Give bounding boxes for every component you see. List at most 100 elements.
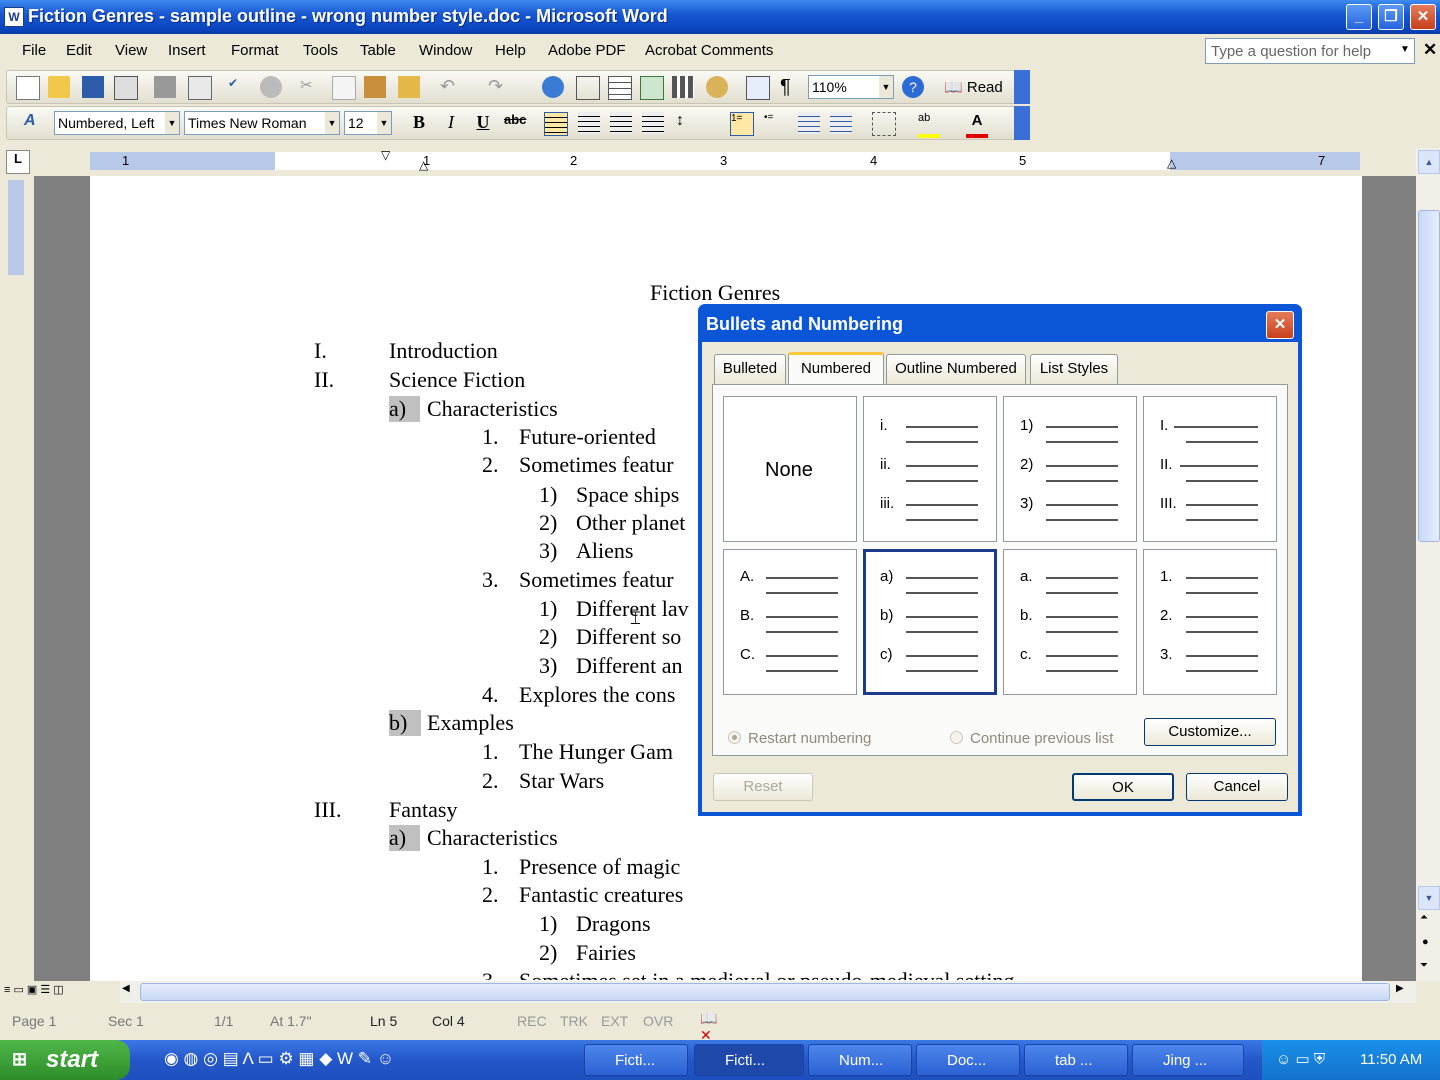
numbering-icon[interactable]: 1= xyxy=(730,112,754,136)
line-spacing-icon[interactable]: ↕ xyxy=(676,112,698,134)
menu-tools[interactable]: Tools xyxy=(303,42,338,59)
task-word-4[interactable]: Doc... xyxy=(916,1044,1020,1076)
align-left-icon[interactable] xyxy=(544,112,568,136)
hscroll-thumb[interactable] xyxy=(140,983,1390,1001)
select-browse-object-icon[interactable]: ● xyxy=(1422,936,1429,948)
align-right-icon[interactable] xyxy=(610,112,632,134)
bullets-icon[interactable]: •= xyxy=(764,112,786,134)
start-button[interactable]: ⊞ start xyxy=(0,1040,130,1080)
border-icon[interactable] xyxy=(872,112,896,136)
menu-help[interactable]: Help xyxy=(495,42,526,59)
task-word-5[interactable]: tab ... xyxy=(1024,1044,1128,1076)
tab-outline-numbered[interactable]: Outline Numbered xyxy=(886,354,1026,384)
font-select[interactable]: Times New Roman ▼ xyxy=(184,111,340,135)
task-word-2-active[interactable]: Ficti... xyxy=(694,1044,804,1076)
scroll-left-button[interactable]: ◀ xyxy=(122,983,138,1001)
insert-excel-icon[interactable] xyxy=(640,76,664,100)
style-letter-lower[interactable]: a. b. c. xyxy=(1003,549,1137,695)
style-number-paren[interactable]: 1) 2) 3) xyxy=(1003,396,1137,542)
increase-indent-icon[interactable] xyxy=(830,112,852,134)
next-page-icon[interactable]: ⏷ xyxy=(1420,960,1428,971)
zoom-select[interactable]: 110% ▼ xyxy=(808,75,894,99)
format-painter-icon[interactable] xyxy=(398,76,420,98)
scroll-up-button[interactable]: ▲ xyxy=(1418,150,1440,174)
status-rec[interactable]: REC xyxy=(517,1013,547,1029)
vertical-ruler[interactable] xyxy=(4,176,28,981)
help-dropdown-icon[interactable]: ▼ xyxy=(1400,44,1410,55)
spelling-status-icon[interactable]: 📖✕ xyxy=(700,1010,726,1043)
center-icon[interactable] xyxy=(578,112,600,134)
justify-icon[interactable] xyxy=(642,112,664,134)
show-hide-icon[interactable]: ¶ xyxy=(780,76,802,98)
cut-icon[interactable]: ✂ xyxy=(300,76,322,98)
menu-table[interactable]: Table xyxy=(360,42,396,59)
task-jing[interactable]: Jing ... xyxy=(1132,1044,1244,1076)
new-document-icon[interactable] xyxy=(16,76,40,100)
tab-bulleted[interactable]: Bulleted xyxy=(714,354,786,384)
read-button[interactable]: 📖 Read xyxy=(944,78,1003,96)
columns-icon[interactable] xyxy=(672,76,694,98)
tab-list-styles[interactable]: List Styles xyxy=(1030,354,1118,384)
style-letter-upper[interactable]: A. B. C. xyxy=(723,549,857,695)
style-number-period[interactable]: 1. 2. 3. xyxy=(1143,549,1277,695)
customize-button[interactable]: Customize... xyxy=(1144,718,1276,746)
quick-launch-icons[interactable]: ◉ ◍ ◎ ▤ Λ ▭ ⚙ ▦ ◆ W ✎ ☺ xyxy=(164,1049,394,1069)
font-color-icon[interactable]: A xyxy=(966,112,988,138)
open-folder-icon[interactable] xyxy=(48,76,70,98)
menu-window[interactable]: Window xyxy=(419,42,472,59)
font-size-select[interactable]: 12 ▼ xyxy=(344,111,392,135)
scroll-right-button[interactable]: ▶ xyxy=(1396,983,1412,1001)
redo-icon[interactable]: ↷ xyxy=(488,76,510,98)
first-line-indent-marker[interactable]: ▽ xyxy=(381,148,390,162)
spelling-icon[interactable]: ✔ xyxy=(228,76,250,98)
menu-format[interactable]: Format xyxy=(231,42,279,59)
close-button[interactable]: ✕ xyxy=(1410,4,1436,30)
highlight-icon[interactable]: ab xyxy=(918,112,940,138)
menu-edit[interactable]: Edit xyxy=(66,42,92,59)
tab-numbered[interactable]: Numbered xyxy=(788,352,884,386)
underline-icon[interactable]: U xyxy=(472,112,494,134)
task-word-3[interactable]: Num... xyxy=(808,1044,912,1076)
print-preview-icon[interactable] xyxy=(188,76,212,100)
dialog-close-button[interactable]: ✕ xyxy=(1266,311,1294,339)
help-search-input[interactable]: Type a question for help xyxy=(1205,38,1415,64)
hanging-indent-marker[interactable]: △ xyxy=(419,158,428,172)
toolbar-options-icon[interactable] xyxy=(1014,70,1030,104)
previous-page-icon[interactable]: ⏶ xyxy=(1420,912,1428,923)
status-ovr[interactable]: OVR xyxy=(643,1013,673,1029)
view-buttons[interactable]: ≡ ▭ ▣ ☰ ◫ xyxy=(4,983,118,1001)
ok-button[interactable]: OK xyxy=(1072,773,1174,801)
styles-pane-icon[interactable]: A xyxy=(24,112,46,134)
style-none[interactable]: None xyxy=(723,396,857,542)
right-indent-marker[interactable]: △ xyxy=(1167,156,1176,170)
menu-file[interactable]: File xyxy=(22,42,46,59)
restart-numbering-radio[interactable] xyxy=(728,731,741,744)
copy-icon[interactable] xyxy=(332,76,356,100)
close-document-icon[interactable]: ✕ xyxy=(1423,40,1437,60)
task-word-1[interactable]: Ficti... xyxy=(584,1044,688,1076)
status-ext[interactable]: EXT xyxy=(601,1013,628,1029)
ruler-tab-selector[interactable]: L xyxy=(6,150,30,174)
document-map-icon[interactable] xyxy=(746,76,770,100)
cancel-button[interactable]: Cancel xyxy=(1186,773,1288,801)
menu-adobe-pdf[interactable]: Adobe PDF xyxy=(548,42,626,59)
style-letter-paren-selected[interactable]: a) b) c) xyxy=(863,549,997,695)
restore-button[interactable]: ❐ xyxy=(1378,4,1404,30)
menu-insert[interactable]: Insert xyxy=(168,42,206,59)
save-icon[interactable] xyxy=(82,76,104,98)
insert-table-icon[interactable] xyxy=(608,76,632,100)
toolbar-options-icon[interactable] xyxy=(1014,106,1030,140)
drawing-icon[interactable] xyxy=(706,76,728,98)
reset-button[interactable]: Reset xyxy=(713,773,813,801)
style-roman-upper[interactable]: I. II. III. xyxy=(1143,396,1277,542)
decrease-indent-icon[interactable] xyxy=(798,112,820,134)
tables-borders-icon[interactable] xyxy=(576,76,600,100)
menu-view[interactable]: View xyxy=(115,42,147,59)
status-trk[interactable]: TRK xyxy=(560,1013,588,1029)
minimize-button[interactable]: _ xyxy=(1346,4,1372,30)
menu-acrobat-comments[interactable]: Acrobat Comments xyxy=(645,42,773,59)
paste-icon[interactable] xyxy=(364,76,386,98)
bold-icon[interactable]: B xyxy=(408,112,430,134)
strikethrough-icon[interactable]: abc xyxy=(504,112,526,134)
style-select[interactable]: Numbered, Left ▼ xyxy=(54,111,180,135)
